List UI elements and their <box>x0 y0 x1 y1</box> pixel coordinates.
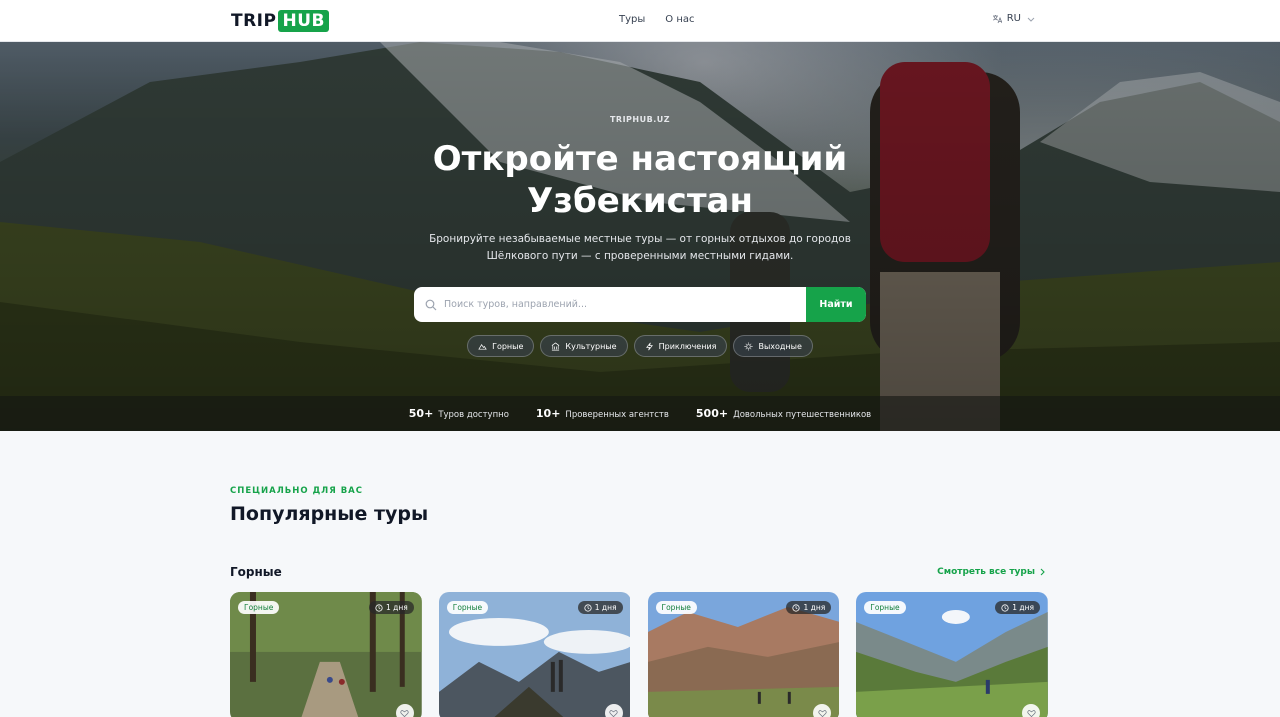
translate-icon <box>992 14 1002 23</box>
tour-card[interactable]: Горные 1 дня <box>856 592 1048 717</box>
category-badge: Горные <box>655 601 697 614</box>
stat-label: Проверенных агентств <box>565 410 669 420</box>
category-badge: Горные <box>864 601 906 614</box>
clock-icon <box>375 603 383 612</box>
logo-hub: HUB <box>278 10 329 32</box>
duration-label: 1 дня <box>594 603 617 612</box>
language-label: RU <box>1006 13 1021 24</box>
stats-bar: 50+ Туров доступно 10+ Проверенных агент… <box>0 396 1280 431</box>
hero-eyebrow: TRIPHUB.UZ <box>609 115 671 124</box>
duration-badge: 1 дня <box>577 601 623 614</box>
landmark-icon <box>552 341 560 350</box>
hero-content: TRIPHUB.UZ Откройте настоящий Узбекистан… <box>0 42 1280 431</box>
tour-cards: Горные 1 дня Горные 1 дня Горные 1 дня Г… <box>230 592 1048 717</box>
nav-tours[interactable]: Туры <box>619 14 645 25</box>
chip-adventure[interactable]: Приключения <box>633 335 728 357</box>
chip-label: Выходные <box>758 341 802 351</box>
duration-badge: 1 дня <box>995 601 1040 614</box>
category-title: Горные <box>230 565 282 579</box>
favorite-button[interactable] <box>1022 704 1040 717</box>
stat-label: Туров доступно <box>438 410 509 420</box>
logo[interactable]: TRIP HUB <box>231 10 329 32</box>
duration-badge: 1 дня <box>368 601 414 614</box>
heart-icon <box>818 709 827 717</box>
chip-weekend[interactable]: Выходные <box>733 335 813 357</box>
duration-label: 1 дня <box>1012 603 1034 612</box>
stat-number: 50+ <box>408 407 434 420</box>
chevron-down-icon <box>1027 17 1035 22</box>
chevron-right-icon <box>1040 568 1045 576</box>
logo-trip: TRIP <box>231 11 277 31</box>
search-input[interactable] <box>437 287 806 322</box>
hero-title-line2: Узбекистан <box>527 181 753 221</box>
lightning-icon <box>645 342 653 350</box>
favorite-button[interactable] <box>395 704 414 717</box>
sun-icon <box>744 341 754 351</box>
main-nav: Туры О нас <box>619 14 695 25</box>
stat-number: 500+ <box>695 407 729 420</box>
language-switcher[interactable]: RU <box>992 13 1036 24</box>
duration-badge: 1 дня <box>786 601 832 614</box>
site-header: TRIP HUB Туры О нас RU <box>0 0 1280 42</box>
tour-card[interactable]: Горные 1 дня <box>438 592 631 717</box>
section-title: Популярные туры <box>230 503 429 525</box>
stat-tours: 50+ Туров доступно <box>409 407 509 420</box>
search-bar: Найти <box>414 287 866 322</box>
clock-icon <box>792 603 801 612</box>
stat-agencies: 10+ Проверенных агентств <box>536 407 669 420</box>
favorite-button[interactable] <box>813 704 832 717</box>
hero-section: TRIPHUB.UZ Откройте настоящий Узбекистан… <box>0 42 1280 431</box>
clock-icon <box>1001 603 1009 612</box>
favorite-button[interactable] <box>604 704 623 717</box>
search-icon <box>425 299 437 310</box>
clock-icon <box>584 603 592 612</box>
heart-icon <box>400 709 409 717</box>
duration-label: 1 дня <box>385 603 408 612</box>
see-all-link[interactable]: Смотреть все туры <box>937 567 1046 577</box>
chip-cultural[interactable]: Культурные <box>540 335 628 357</box>
category-badge: Горные <box>446 601 489 614</box>
stat-label: Довольных путешественников <box>733 410 872 420</box>
hero-subtitle: Бронируйте незабываемые местные туры — о… <box>429 233 851 262</box>
duration-label: 1 дня <box>803 603 826 612</box>
hero-title-line1: Откройте настоящий <box>432 139 848 179</box>
heart-icon <box>609 709 618 717</box>
chip-label: Горные <box>492 341 524 351</box>
search-button[interactable]: Найти <box>806 287 866 322</box>
heart-icon <box>1026 709 1036 717</box>
hero-title: Откройте настоящий Узбекистан <box>0 138 1280 222</box>
stat-travelers: 500+ Довольных путешественников <box>696 407 871 420</box>
section-eyebrow: СПЕЦИАЛЬНО ДЛЯ ВАС <box>230 486 364 496</box>
mountain-icon <box>478 343 487 350</box>
chip-label: Приключения <box>658 341 717 351</box>
nav-about[interactable]: О нас <box>665 14 694 25</box>
chip-mountain[interactable]: Горные <box>467 335 535 357</box>
stat-number: 10+ <box>535 407 561 420</box>
chip-label: Культурные <box>565 341 617 351</box>
see-all-label: Смотреть все туры <box>937 567 1035 577</box>
category-chips: Горные Культурные Приключения Выходные <box>0 335 1280 357</box>
tour-card[interactable]: Горные 1 дня <box>647 592 840 717</box>
tour-card[interactable]: Горные 1 дня <box>230 592 422 717</box>
category-badge: Горные <box>238 601 280 614</box>
